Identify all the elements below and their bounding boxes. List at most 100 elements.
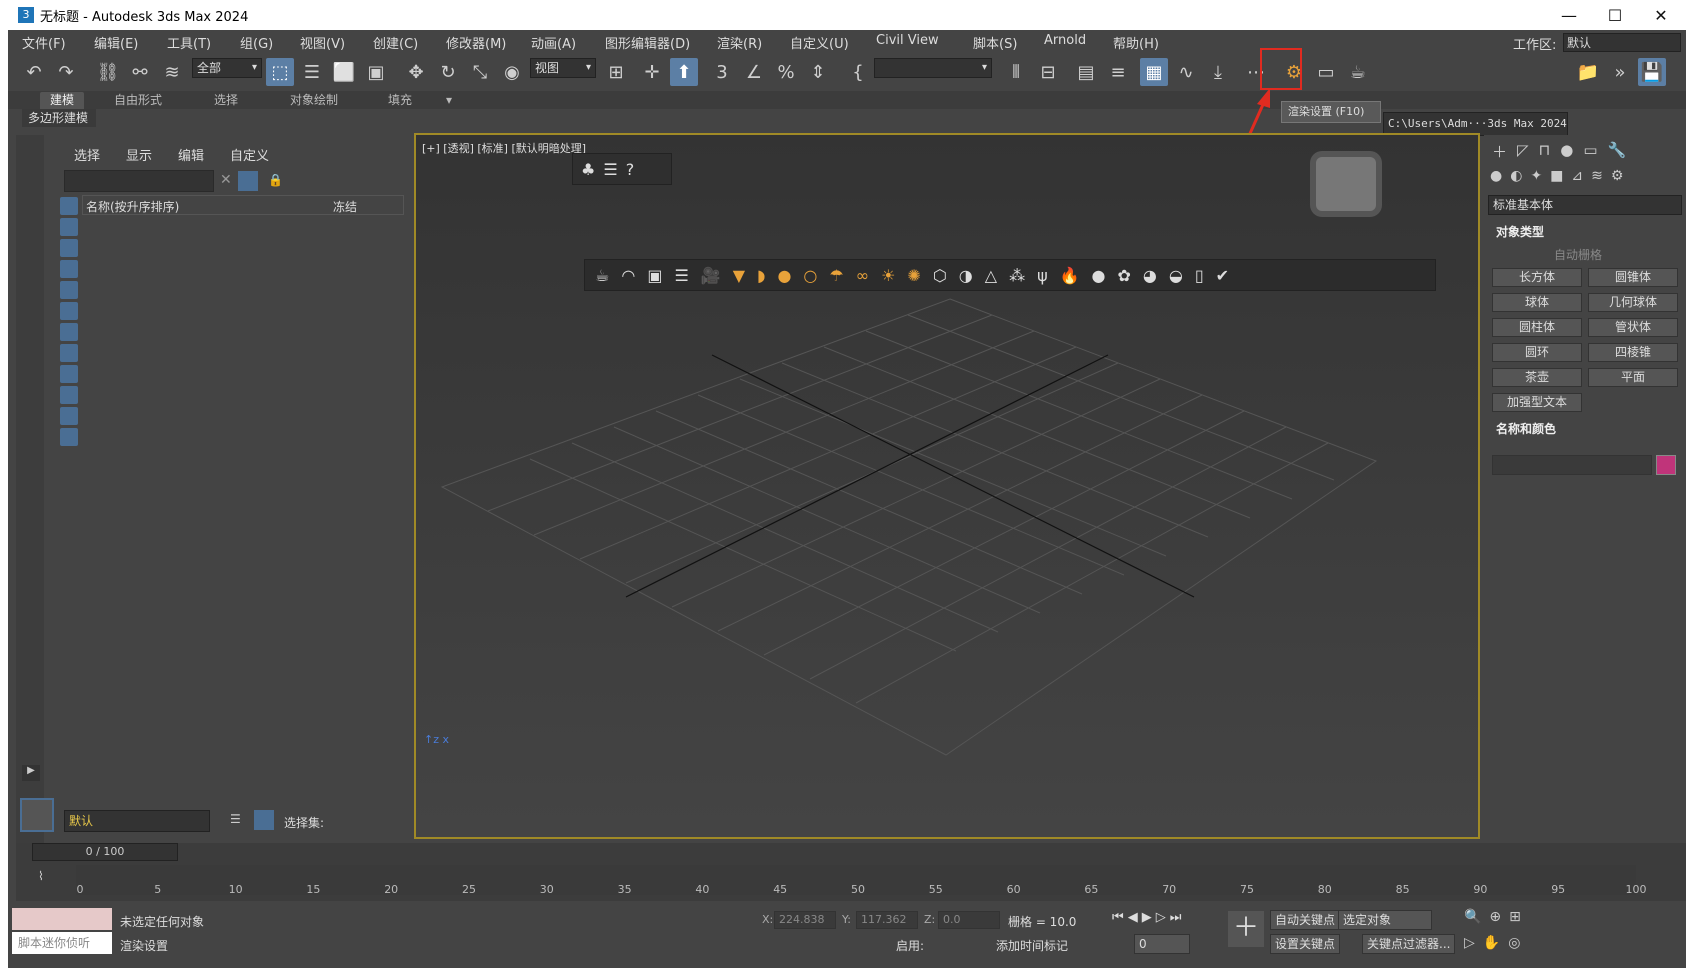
timeline-tick-label: 20: [384, 883, 399, 896]
maxscript-listener[interactable]: [12, 908, 112, 930]
y-coordinate[interactable]: 117.362: [856, 911, 918, 929]
shape-filter-icon[interactable]: [60, 218, 78, 236]
grid-size: 栅格 = 10.0: [1008, 915, 1077, 929]
modify-tab-icon[interactable]: ◸: [1517, 141, 1529, 159]
shapes-category-icon[interactable]: ◐: [1510, 168, 1522, 188]
teapot-button[interactable]: 茶壶: [1492, 368, 1582, 387]
scene-menu-select[interactable]: 选择: [74, 145, 100, 164]
auto-key-button[interactable]: 自动关键点: [1270, 910, 1341, 930]
add-time-tag[interactable]: 添加时间标记: [996, 937, 1068, 954]
playback-controls[interactable]: ⏮◀▶▷⏭: [1112, 910, 1185, 925]
rollout-object-type[interactable]: 对象类型: [1488, 223, 1682, 241]
box-button[interactable]: 长方体: [1492, 268, 1582, 287]
category-dropdown[interactable]: 标准基本体: [1488, 195, 1682, 215]
container-filter-icon[interactable]: [60, 386, 78, 404]
rollout-name-color[interactable]: 名称和颜色: [1488, 420, 1682, 438]
expand-arrow-icon[interactable]: ▶: [22, 765, 40, 781]
cylinder-button[interactable]: 圆柱体: [1492, 318, 1582, 337]
scene-explorer: 选择 显示 编辑 自定义 ✕ 🔒 名称(按升序排序) 冻结: [54, 135, 410, 835]
scene-menu-edit[interactable]: 编辑: [178, 145, 204, 164]
systems-category-icon[interactable]: ⚙: [1611, 168, 1624, 188]
scene-menu-display[interactable]: 显示: [126, 145, 152, 164]
tube-button[interactable]: 管状体: [1588, 318, 1678, 337]
timeline-ruler[interactable]: 0 5 10 15 20 25 30 35 40 45 50 55 60 65 70 75 80 85 90 95 10…: [76, 865, 1647, 896]
text-plus-button[interactable]: 加强型文本: [1492, 393, 1582, 412]
x-label: X:: [762, 913, 774, 926]
helpers-category-icon[interactable]: ⊿: [1571, 168, 1583, 188]
scene-filter-icons: [60, 197, 80, 449]
helper-filter-icon[interactable]: [60, 281, 78, 299]
zoom-icon[interactable]: 🔍⊕⊞: [1464, 909, 1529, 925]
create-categories: ● ◐ ✦ ■ ⊿ ≋ ⚙: [1484, 165, 1686, 191]
plane-button[interactable]: 平面: [1588, 368, 1678, 387]
curve-editor-mini-icon[interactable]: ⌇: [38, 869, 44, 883]
timeline-tick-label: 0: [76, 883, 84, 896]
timeline-tick-label: 65: [1084, 883, 1099, 896]
timeline-tick-label: 55: [928, 883, 943, 896]
camera-filter-icon[interactable]: [60, 260, 78, 278]
cone-button[interactable]: 圆锥体: [1588, 268, 1678, 287]
perspective-viewport[interactable]: [+] [透视] [标准] [默认明暗处理] ♣ ☰ ? ☕ ◠ ▣ ☰ 🎥 ▼…: [414, 133, 1480, 839]
geometry-category-icon[interactable]: ●: [1490, 168, 1502, 188]
lights-category-icon[interactable]: ✦: [1530, 168, 1542, 188]
viewport-layout-thumb[interactable]: [20, 798, 54, 832]
key-target-dropdown[interactable]: 选定对象: [1338, 910, 1432, 930]
scene-menu-customize[interactable]: 自定义: [230, 145, 269, 164]
column-freeze[interactable]: 冻结: [333, 198, 357, 215]
command-panel-tabs: ＋ ◸ ⊓ ● ▭ 🔧: [1484, 135, 1686, 165]
bone-filter-icon[interactable]: [60, 365, 78, 383]
auto-grid-checkbox[interactable]: 自动栅格: [1484, 241, 1686, 268]
column-name[interactable]: 名称(按升序排序): [86, 198, 179, 215]
enable-label: 启用:: [896, 939, 925, 953]
object-color-swatch[interactable]: [1656, 455, 1676, 475]
time-bar: 0 / 100 ⌇ 0 5 10 15 20 25 30 35 40 45 50 55 60 65 70 75…: [16, 843, 1686, 901]
x-coordinate[interactable]: 224.838: [774, 911, 836, 929]
selection-set-label: 选择集:: [284, 816, 325, 830]
layer-dropdown[interactable]: 默认: [64, 810, 210, 832]
torus-button[interactable]: 圆环: [1492, 343, 1582, 362]
xref-filter-icon[interactable]: [60, 344, 78, 362]
group-filter-icon[interactable]: [60, 323, 78, 341]
motion-tab-icon[interactable]: ●: [1560, 141, 1573, 159]
lock-icon[interactable]: 🔒: [268, 173, 283, 187]
current-frame-field[interactable]: 0: [1134, 934, 1190, 954]
selection-status: 未选定任何对象: [120, 915, 205, 929]
scene-explorer-footer: 默认 ☰ 选择集:: [54, 810, 410, 840]
utilities-tab-icon[interactable]: 🔧: [1608, 141, 1627, 159]
set-key-icon[interactable]: ＋: [1228, 911, 1264, 947]
timeline-tick-label: 40: [695, 883, 710, 896]
pan-icon[interactable]: ▷✋◎: [1464, 935, 1528, 951]
clear-search-icon[interactable]: ✕: [220, 172, 232, 188]
z-coordinate[interactable]: 0.0: [938, 911, 1000, 929]
hidden-filter-icon[interactable]: [60, 428, 78, 446]
timeline-tick-label: 75: [1240, 883, 1254, 896]
primitive-buttons: 长方体 圆锥体 球体 几何球体 圆柱体 管状体 圆环 四棱锥 茶壶 平面 加强型…: [1484, 268, 1686, 412]
geosphere-button[interactable]: 几何球体: [1588, 293, 1678, 312]
set-key-button[interactable]: 设置关键点: [1270, 934, 1341, 954]
spacewarps-category-icon[interactable]: ≋: [1591, 168, 1603, 188]
hierarchy-tab-icon[interactable]: ⊓: [1539, 141, 1551, 159]
filter-icon[interactable]: [238, 171, 258, 191]
geometry-filter-icon[interactable]: [60, 197, 78, 215]
spacewarp-filter-icon[interactable]: [60, 302, 78, 320]
frozen-filter-icon[interactable]: [60, 407, 78, 425]
light-filter-icon[interactable]: [60, 239, 78, 257]
layers-icon[interactable]: ☰: [230, 812, 241, 826]
sphere-button[interactable]: 球体: [1492, 293, 1582, 312]
viewcube[interactable]: [1316, 157, 1376, 211]
pyramid-button[interactable]: 四棱锥: [1588, 343, 1678, 362]
object-name-field[interactable]: [1492, 455, 1652, 475]
timeline-tick-label: 15: [306, 883, 321, 896]
status-bar: 脚本迷你侦听 未选定任何对象 渲染设置 X: 224.838 Y: 117.36…: [8, 903, 1686, 961]
scene-search-input[interactable]: [64, 170, 214, 192]
time-slider[interactable]: 0 / 100: [32, 843, 178, 861]
key-filters-button[interactable]: 关键点过滤器...: [1362, 934, 1456, 954]
create-tab-icon[interactable]: ＋: [1492, 141, 1507, 161]
cameras-category-icon[interactable]: ■: [1550, 168, 1563, 188]
display-tab-icon[interactable]: ▭: [1583, 141, 1597, 159]
maxscript-input[interactable]: 脚本迷你侦听: [12, 932, 112, 954]
hierarchy-icon[interactable]: [254, 810, 274, 830]
timeline-tick-label: 95: [1551, 883, 1566, 896]
timeline-tick-label: 25: [462, 883, 476, 896]
command-panel: ＋ ◸ ⊓ ● ▭ 🔧 ● ◐ ✦ ■ ⊿ ≋ ⚙ 标准基本体 对象类型 自动栅…: [1484, 135, 1686, 835]
